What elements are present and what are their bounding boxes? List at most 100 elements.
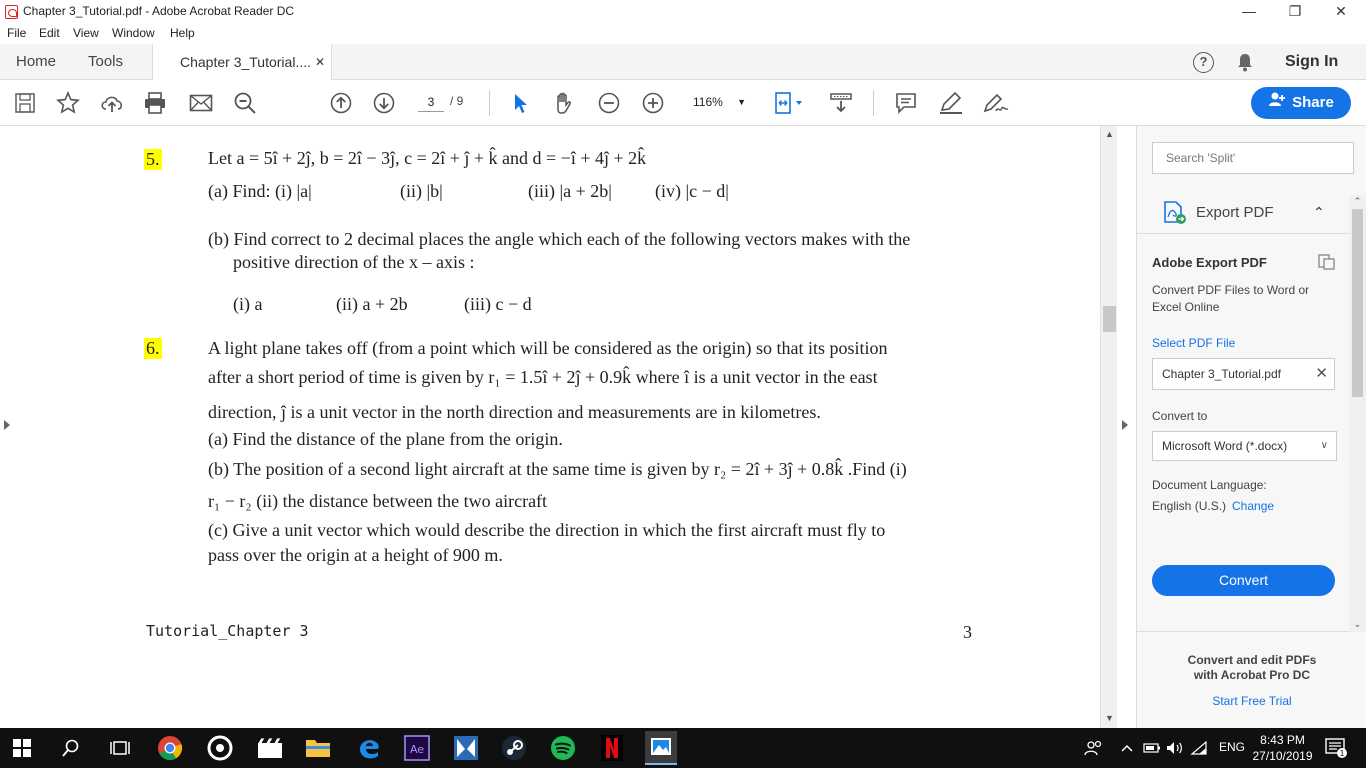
scroll-up-icon[interactable]: ⌃ <box>1349 193 1366 209</box>
zoom-in-icon[interactable] <box>640 90 666 116</box>
scrollbar-thumb[interactable] <box>1352 209 1363 397</box>
help-icon[interactable]: ? <box>1193 52 1214 73</box>
close-window-button[interactable]: ✕ <box>1318 0 1364 24</box>
convert-to-label: Convert to <box>1152 409 1208 423</box>
close-tab-icon[interactable]: ✕ <box>315 44 325 80</box>
people-icon[interactable] <box>1080 734 1108 762</box>
upload-cloud-icon[interactable] <box>99 90 125 116</box>
menu-file[interactable]: File <box>7 26 26 40</box>
search-icon[interactable] <box>57 734 85 762</box>
task-view-icon[interactable] <box>106 734 134 762</box>
after-effects-icon[interactable]: Ae <box>403 734 431 762</box>
notification-count: 1 <box>1339 749 1344 758</box>
scroll-down-icon[interactable]: ⌄ <box>1349 616 1366 632</box>
netflix-icon[interactable] <box>598 734 626 762</box>
menu-edit[interactable]: Edit <box>39 26 60 40</box>
zoom-out-icon[interactable] <box>596 90 622 116</box>
scroll-down-icon[interactable]: ▼ <box>1101 710 1118 726</box>
fill-sign-icon[interactable] <box>981 90 1011 116</box>
highlight-pen-icon[interactable] <box>938 90 964 116</box>
share-label: Share <box>1292 94 1334 111</box>
tools-pane-scrollbar[interactable]: ⌃ ⌄ <box>1349 195 1366 632</box>
restore-button[interactable]: ❐ <box>1272 0 1318 24</box>
page-number-input[interactable]: 3 <box>418 92 444 112</box>
document-language-label: Document Language: <box>1152 478 1267 492</box>
spotify-icon[interactable] <box>549 734 577 762</box>
scroll-up-icon[interactable]: ▲ <box>1101 126 1118 142</box>
page-footer-title: Tutorial_Chapter 3 <box>146 622 309 640</box>
minimize-button[interactable]: — <box>1226 0 1272 24</box>
convert-format-select[interactable]: Microsoft Word (*.docx) ∨ <box>1152 431 1337 461</box>
file-explorer-icon[interactable] <box>304 734 332 762</box>
change-language-link[interactable]: Change <box>1232 499 1274 513</box>
video-editor-icon[interactable] <box>256 734 284 762</box>
video-maker-icon[interactable] <box>452 734 480 762</box>
remove-file-icon[interactable]: ✕ <box>1315 359 1328 389</box>
media-app-icon[interactable] <box>206 734 234 762</box>
q5b-part-i: (i) a <box>233 294 263 314</box>
window-title: Chapter 3_Tutorial.pdf - Adobe Acrobat R… <box>23 4 295 18</box>
edge-browser-icon[interactable] <box>355 734 383 762</box>
menu-view[interactable]: View <box>73 26 99 40</box>
acrobat-icon <box>5 5 18 19</box>
toolbar-divider <box>489 90 490 116</box>
chevron-down-icon: ∨ <box>1320 440 1328 451</box>
right-panel-toggle-icon[interactable] <box>1122 420 1128 430</box>
input-language[interactable]: ENG <box>1219 740 1245 754</box>
chrome-icon[interactable] <box>156 734 184 762</box>
zoom-search-icon[interactable] <box>232 90 258 116</box>
chevron-up-icon[interactable] <box>1118 734 1136 762</box>
export-pdf-title: Export PDF <box>1196 204 1274 221</box>
email-icon[interactable] <box>188 90 214 116</box>
menu-help[interactable]: Help <box>170 26 195 40</box>
system-clock[interactable]: 8:43 PM 27/10/2019 <box>1250 732 1315 764</box>
convert-format-value: Microsoft Word (*.docx) <box>1162 439 1288 453</box>
start-free-trial-link[interactable]: Start Free Trial <box>1137 694 1366 708</box>
wifi-icon[interactable] <box>1188 734 1210 762</box>
share-button[interactable]: Share <box>1251 87 1351 119</box>
windows-start-icon[interactable] <box>8 734 36 762</box>
bookmark-star-icon[interactable] <box>55 90 81 116</box>
chevron-up-icon[interactable]: ⌃ <box>1313 204 1325 221</box>
menu-window[interactable]: Window <box>112 26 155 40</box>
save-icon[interactable] <box>12 90 38 116</box>
battery-icon[interactable] <box>1142 734 1162 762</box>
comment-icon[interactable] <box>893 90 919 116</box>
q5b-line-cont: positive direction of the x – axis : <box>233 252 475 272</box>
tab-home[interactable]: Home <box>16 44 56 80</box>
print-icon[interactable] <box>142 90 168 116</box>
zoom-level-select[interactable]: 116% ▼ <box>686 92 750 112</box>
export-options-icon[interactable] <box>1318 254 1336 275</box>
next-page-icon[interactable] <box>371 90 397 116</box>
select-cursor-icon[interactable] <box>508 90 534 116</box>
left-panel-toggle-icon[interactable] <box>4 420 10 430</box>
export-pdf-header[interactable]: Export PDF ⌃ <box>1137 196 1349 232</box>
volume-icon[interactable] <box>1164 734 1184 762</box>
tools-search-input[interactable]: Search 'Split' <box>1152 142 1354 174</box>
q6b-line: (b) The position of a second light aircr… <box>208 459 907 479</box>
select-pdf-file-link[interactable]: Select PDF File <box>1152 336 1235 350</box>
tab-tools[interactable]: Tools <box>88 44 123 80</box>
notifications-icon[interactable] <box>1236 52 1254 77</box>
tab-document[interactable]: Chapter 3_Tutorial.... ✕ <box>152 44 332 81</box>
photos-app-icon[interactable] <box>645 731 677 765</box>
steam-icon[interactable] <box>500 734 528 762</box>
scrollbar-thumb[interactable] <box>1103 306 1116 332</box>
clock-date: 27/10/2019 <box>1252 749 1313 763</box>
q6b-line-cont: r₁ − r₂ (ii) the distance between the tw… <box>208 491 548 511</box>
question-6-number: 6. <box>144 338 162 359</box>
document-view[interactable]: 5. Let a = 5î + 2ĵ, b = 2î − 3ĵ, c = 2î … <box>0 126 1100 728</box>
toolbar: 3 / 9 116% ▼ Share <box>0 80 1366 126</box>
document-scrollbar[interactable]: ▲ ▼ <box>1100 126 1117 728</box>
hand-tool-icon[interactable] <box>551 90 577 116</box>
scroll-mode-icon[interactable] <box>828 90 854 116</box>
notification-center-icon[interactable]: 1 <box>1322 734 1350 762</box>
tools-pane: Search 'Split' Export PDF ⌃ Adobe Export… <box>1136 126 1366 728</box>
page-fit-icon[interactable] <box>773 90 807 116</box>
q5b-part-iii: (iii) c − d <box>464 294 532 314</box>
tab-document-label: Chapter 3_Tutorial.... <box>180 54 311 70</box>
previous-page-icon[interactable] <box>328 90 354 116</box>
page-total: / 9 <box>450 94 464 108</box>
convert-button[interactable]: Convert <box>1152 565 1335 596</box>
sign-in-button[interactable]: Sign In <box>1285 44 1338 80</box>
